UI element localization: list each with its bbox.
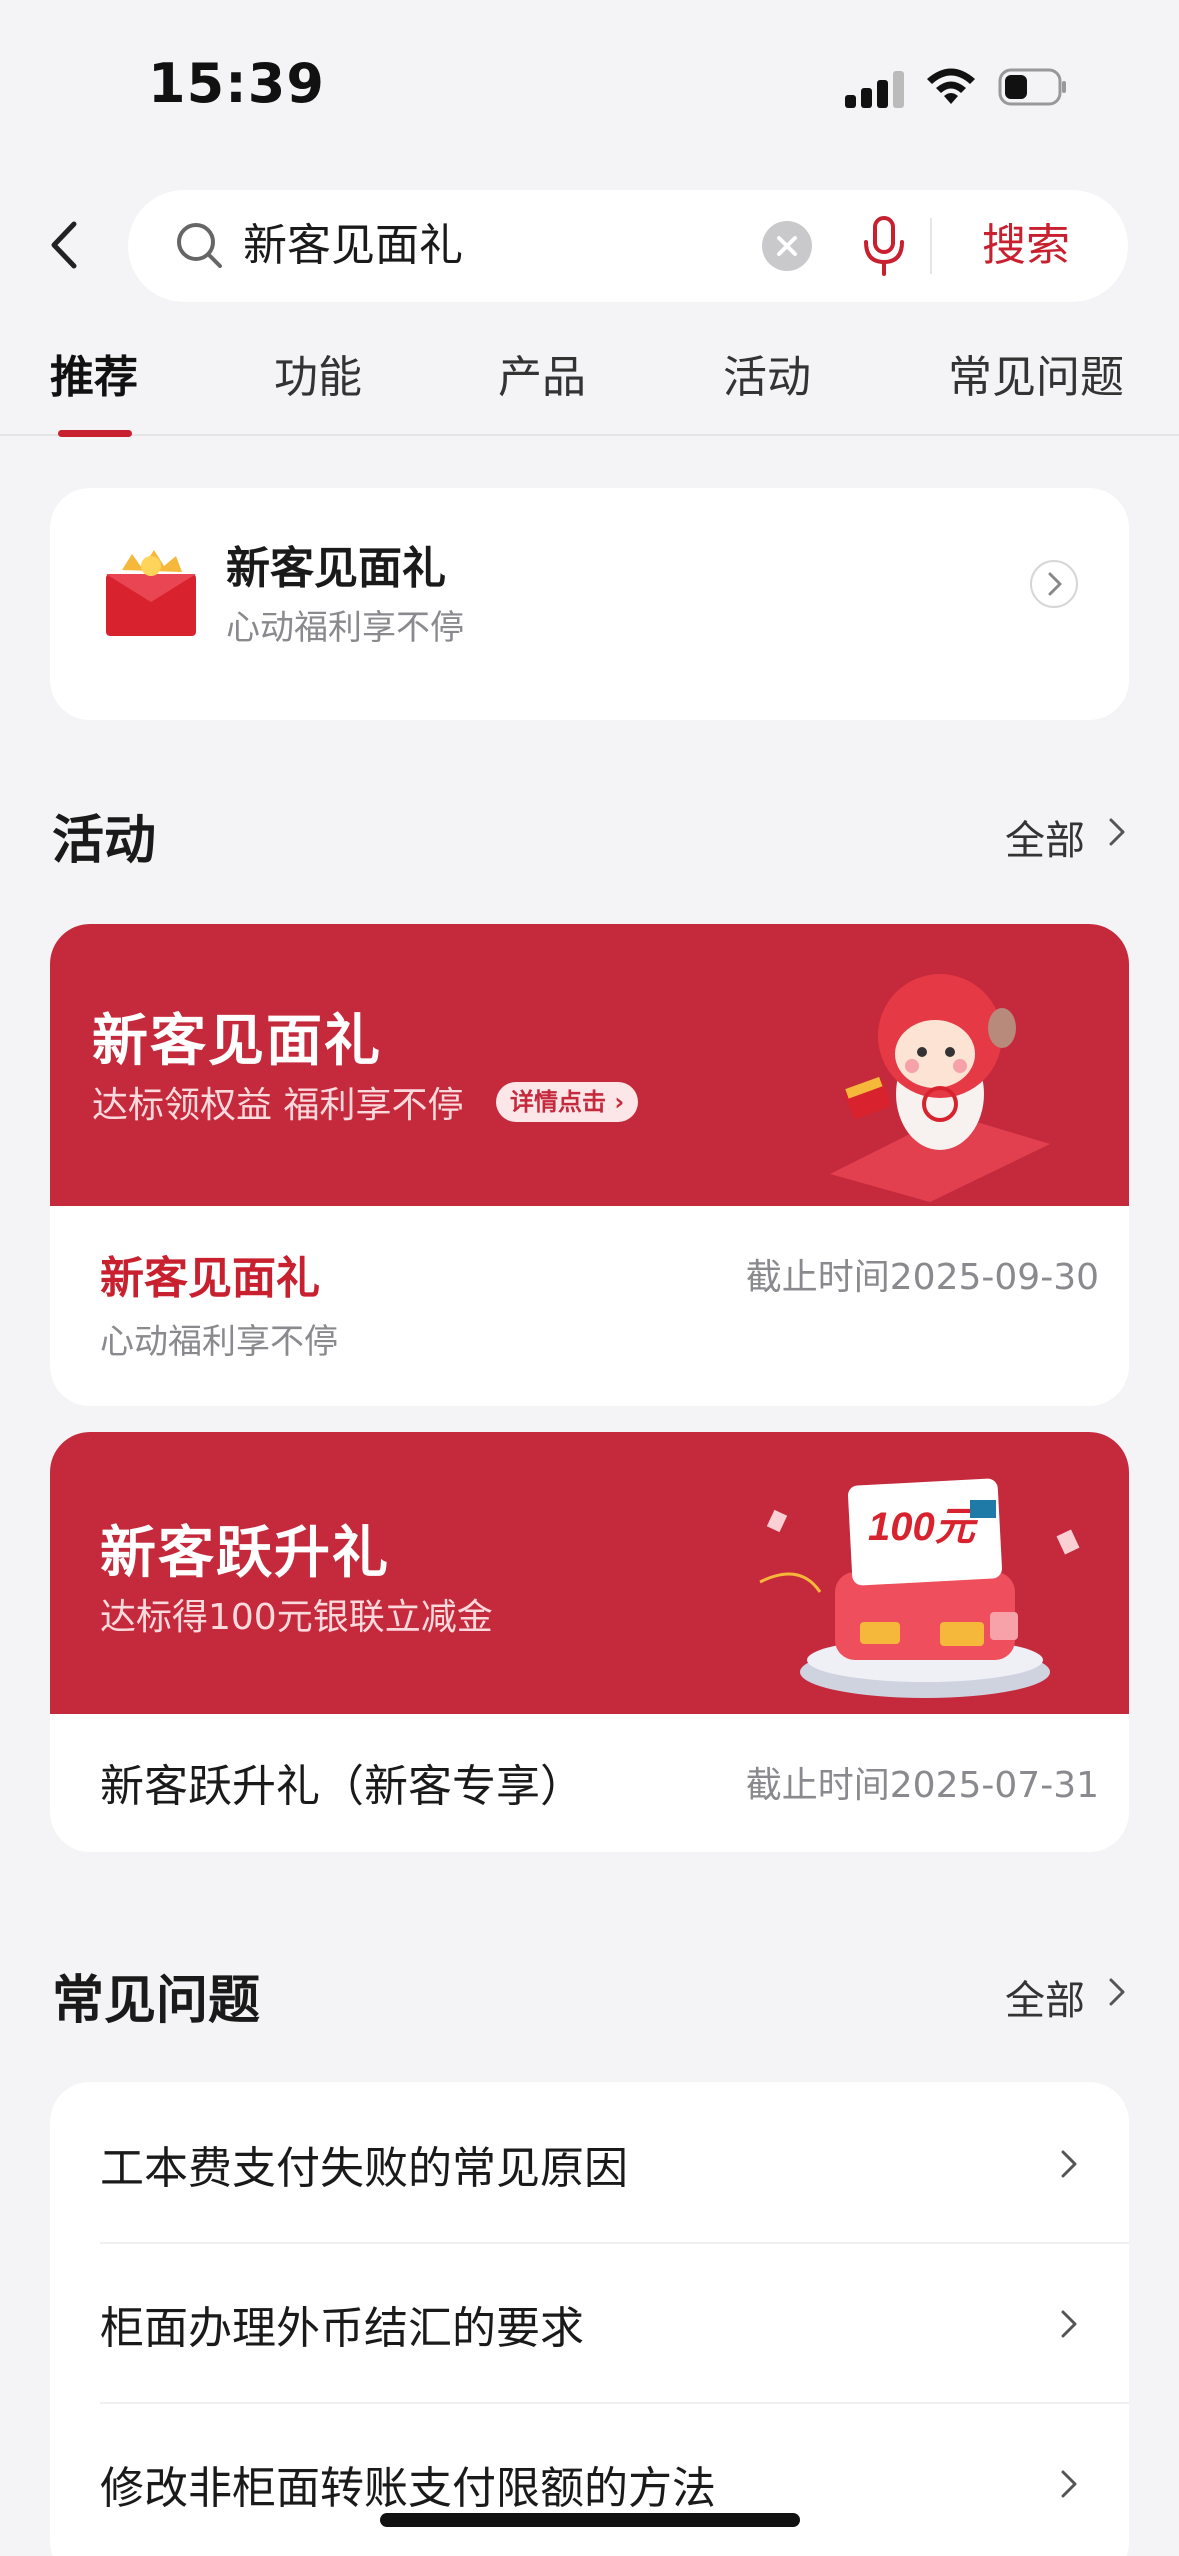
banner-subtitle: 达标得100元银联立减金: [100, 1597, 493, 1638]
chevron-right-icon: [1061, 2150, 1077, 2178]
activities-section-title: 活动: [52, 811, 157, 871]
faq-question: 柜面办理外币结汇的要求: [100, 2303, 584, 2354]
faq-item[interactable]: 修改非柜面转账支付限额的方法: [50, 2402, 1129, 2556]
activity-card[interactable]: 新客跃升礼 达标得100元银联立减金 100元 新客跃升礼（新客专享） 截止时间…: [50, 1432, 1129, 1852]
close-icon: [777, 236, 797, 256]
banner-title: 新客跃升礼: [100, 1521, 390, 1586]
microphone-icon[interactable]: [856, 214, 912, 278]
feature-subtitle: 心动福利享不停: [226, 608, 464, 648]
activity-card[interactable]: 新客见面礼 达标领权益 福利享不停 详情点击 › 新客见面礼 截止时间2025-…: [50, 924, 1129, 1406]
gift-amount-text: 100元: [868, 1505, 979, 1549]
faq-section-title: 常见问题: [52, 1971, 261, 2031]
tab-faq[interactable]: 常见问题: [948, 348, 1124, 408]
feature-title: 新客见面礼: [226, 543, 446, 594]
chevron-right-icon: [1061, 2470, 1077, 2498]
tab-products[interactable]: 产品: [498, 348, 586, 408]
status-bar: 15:39: [0, 0, 1179, 150]
activities-more-link[interactable]: 全部: [1005, 808, 1085, 866]
details-pill-label: 详情点击: [510, 1088, 606, 1116]
tab-activities[interactable]: 活动: [723, 348, 811, 408]
cellular-signal-icon: [845, 68, 905, 108]
activity-banner[interactable]: 新客见面礼 达标领权益 福利享不停 详情点击 ›: [50, 924, 1129, 1206]
activity-description: 心动福利享不停: [100, 1322, 338, 1362]
activity-deadline: 截止时间2025-09-30: [745, 1257, 1099, 1298]
mascot-illustration: [830, 974, 1050, 1202]
chevron-right-icon: [1048, 572, 1062, 596]
banner-subtitle: 达标领权益 福利享不停: [92, 1085, 464, 1126]
faq-list: 工本费支付失败的常见原因 柜面办理外币结汇的要求 修改非柜面转账支付限额的方法: [50, 2082, 1129, 2556]
feature-arrow-button[interactable]: [1030, 560, 1078, 608]
status-time: 15:39: [148, 52, 325, 115]
search-input[interactable]: 新客见面礼: [243, 216, 463, 276]
faq-question: 修改非柜面转账支付限额的方法: [100, 2463, 716, 2514]
faq-item[interactable]: 工本费支付失败的常见原因: [50, 2082, 1129, 2242]
tab-features[interactable]: 功能: [274, 348, 362, 408]
chevron-right-icon[interactable]: [1105, 1972, 1129, 2012]
red-envelope-icon: [106, 550, 196, 636]
search-divider: [930, 218, 932, 274]
search-icon: [177, 223, 222, 268]
wifi-icon: [927, 68, 975, 104]
search-bar[interactable]: 新客见面礼 搜索: [128, 190, 1128, 302]
activity-name: 新客见面礼: [100, 1253, 320, 1304]
activity-deadline: 截止时间2025-07-31: [745, 1765, 1099, 1806]
clear-search-button[interactable]: [762, 221, 812, 271]
tab-recommend[interactable]: 推荐: [50, 348, 138, 408]
feature-card[interactable]: 新客见面礼 心动福利享不停: [50, 488, 1129, 720]
battery-icon: [998, 68, 1066, 106]
faq-item[interactable]: 柜面办理外币结汇的要求: [50, 2242, 1129, 2402]
home-indicator: [380, 2513, 800, 2527]
banner-title: 新客见面礼: [92, 1009, 382, 1074]
details-pill-button[interactable]: 详情点击 ›: [496, 1082, 639, 1122]
gift-illustration: 100元: [759, 1478, 1080, 1698]
search-button[interactable]: 搜索: [946, 216, 1106, 276]
chevron-right-icon[interactable]: [1105, 812, 1129, 852]
faq-more-link[interactable]: 全部: [1005, 1968, 1085, 2026]
faq-question: 工本费支付失败的常见原因: [100, 2143, 628, 2194]
activity-name: 新客跃升礼（新客专享）: [100, 1761, 584, 1812]
chevron-right-icon: [1061, 2310, 1077, 2338]
back-icon[interactable]: [40, 210, 90, 280]
category-tabs: 推荐 功能 产品 活动 常见问题: [0, 340, 1179, 437]
activity-banner[interactable]: 新客跃升礼 达标得100元银联立减金 100元: [50, 1432, 1129, 1714]
active-tab-indicator: [58, 430, 132, 437]
